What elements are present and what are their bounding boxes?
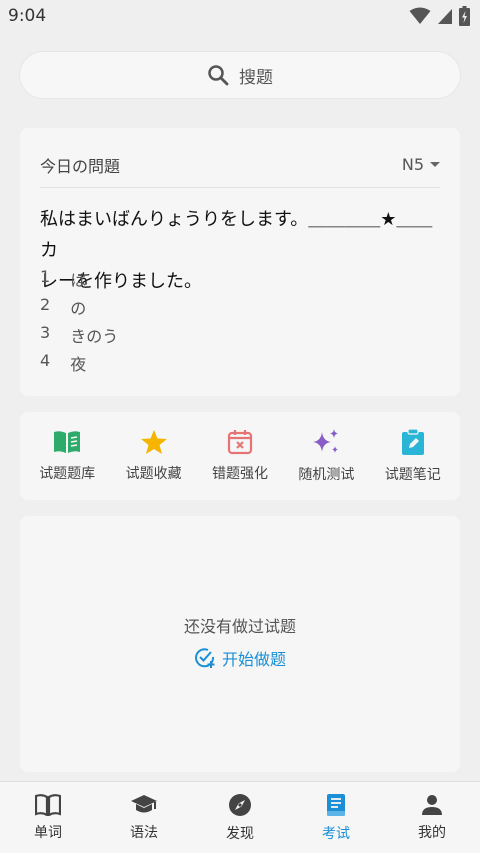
tab-label: 考试 xyxy=(322,825,350,842)
start-practice-label: 开始做题 xyxy=(221,650,286,669)
tab-profile[interactable]: 我的 xyxy=(384,794,480,842)
option-text: は xyxy=(70,271,87,290)
question-text: 私はまいばんりょうりをします。＿＿＿＿★＿＿カ レーを作りました。 xyxy=(40,204,440,297)
calendar-x-icon xyxy=(227,430,253,455)
daily-question-card: 今日の問題 N5 私はまいばんりょうりをします。＿＿＿＿★＿＿カ レーを作りまし… xyxy=(20,128,460,396)
status-icons xyxy=(409,6,470,26)
star-icon xyxy=(140,430,167,454)
dropdown-arrow-icon xyxy=(430,162,440,167)
function-label: 错题强化 xyxy=(211,466,268,482)
question-line-2: レーを作りました。 xyxy=(40,271,202,292)
status-bar: 9:04 xyxy=(0,0,480,32)
answer-option[interactable]: 1 は xyxy=(40,267,86,291)
empty-state-message: 还没有做过试题 xyxy=(183,617,296,636)
answer-option[interactable]: 3 きのう xyxy=(40,323,118,347)
level-value: N5 xyxy=(401,155,424,174)
tab-discover[interactable]: 发现 xyxy=(192,793,288,843)
notes-button[interactable]: 试题笔记 xyxy=(371,428,455,484)
book-open-icon xyxy=(54,431,81,453)
daily-question-header: 今日の問題 N5 xyxy=(40,142,440,188)
tab-label: 语法 xyxy=(130,824,158,841)
exam-book-icon xyxy=(327,793,345,816)
start-practice-button[interactable]: 开始做题 xyxy=(20,646,460,670)
option-number: 4 xyxy=(40,351,51,370)
answer-option[interactable]: 4 夜 xyxy=(40,351,86,375)
battery-charging-icon xyxy=(459,6,470,26)
mistakes-review-button[interactable]: 错题强化 xyxy=(198,429,282,483)
function-label: 随机测试 xyxy=(298,467,355,483)
daily-question-title: 今日の問題 xyxy=(40,156,121,176)
function-label: 试题题库 xyxy=(39,466,96,482)
sparkle-icon xyxy=(313,429,339,453)
person-icon xyxy=(422,794,442,815)
search-icon xyxy=(208,65,229,86)
tab-label: 单词 xyxy=(34,824,62,841)
signal-icon xyxy=(438,9,452,24)
search-placeholder: 搜题 xyxy=(239,67,273,88)
option-number: 3 xyxy=(40,323,51,342)
level-selector[interactable]: N5 xyxy=(402,155,440,174)
graduation-cap-icon xyxy=(131,794,157,812)
answer-option[interactable]: 2 の xyxy=(40,295,86,319)
exam-history-card: 还没有做过试题 开始做题 xyxy=(20,516,460,772)
wifi-icon xyxy=(409,7,431,24)
favorites-button[interactable]: 试题收藏 xyxy=(112,429,196,483)
tab-exam[interactable]: 考试 xyxy=(288,793,384,843)
tab-grammar[interactable]: 语法 xyxy=(96,794,192,842)
function-shortcuts: 试题题库 试题收藏 错题强化 随机测试 试题笔记 xyxy=(20,412,460,500)
question-bank-button[interactable]: 试题题库 xyxy=(25,429,109,483)
clipboard-edit-icon xyxy=(401,428,424,455)
option-number: 1 xyxy=(40,267,51,286)
option-text: きのう xyxy=(70,327,119,346)
random-test-button[interactable]: 随机测试 xyxy=(284,428,368,484)
compass-icon xyxy=(229,793,251,816)
tab-label: 发现 xyxy=(226,825,254,842)
option-text: の xyxy=(70,299,87,318)
function-label: 试题笔记 xyxy=(384,467,441,483)
book-icon xyxy=(35,793,61,816)
tab-words[interactable]: 单词 xyxy=(0,793,96,842)
search-bar[interactable]: 搜题 xyxy=(20,52,460,98)
check-add-icon xyxy=(195,648,215,668)
tab-label: 我的 xyxy=(418,824,446,841)
question-line-1: 私はまいばんりょうりをします。＿＿＿＿★＿＿カ xyxy=(40,209,433,261)
option-number: 2 xyxy=(40,295,51,314)
function-label: 试题收藏 xyxy=(125,466,182,482)
status-time: 9:04 xyxy=(8,6,47,26)
bottom-tab-bar: 单词 语法 发现 考试 我的 xyxy=(0,781,480,853)
option-text: 夜 xyxy=(70,355,87,374)
